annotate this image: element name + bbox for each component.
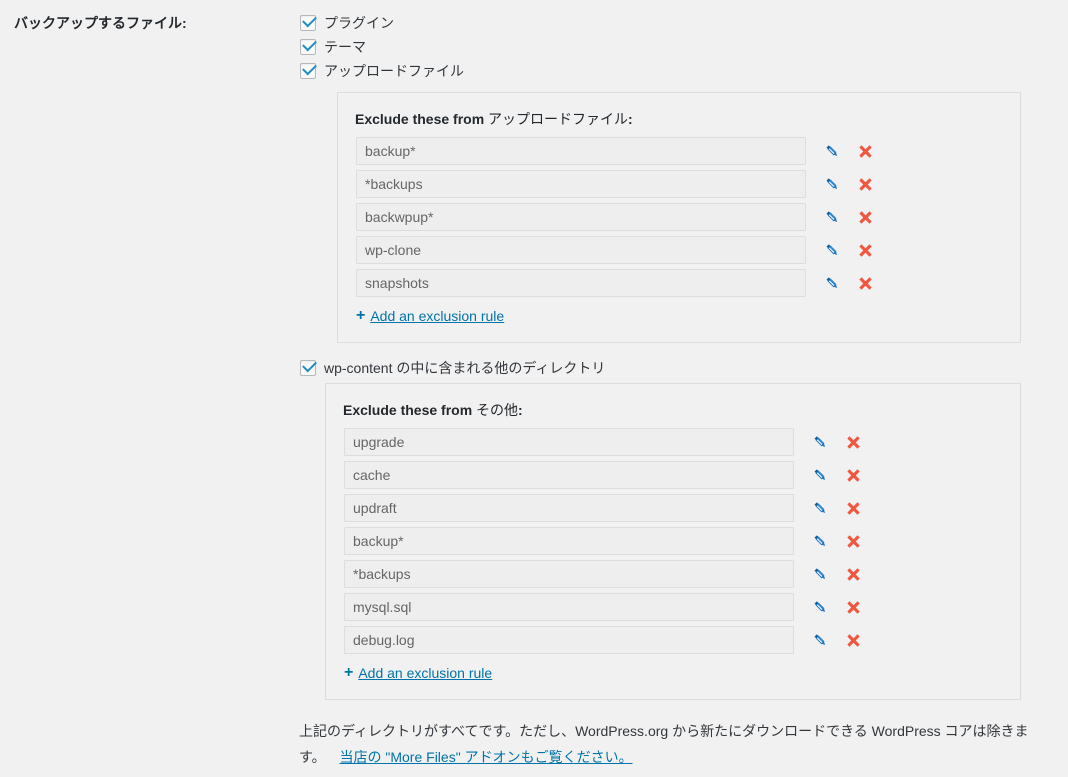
checkbox-row-backup-plugins[interactable]: プラグイン xyxy=(300,12,464,36)
exclusion-rule-row xyxy=(344,560,863,593)
exclusion-rule-row xyxy=(356,170,875,203)
plus-icon: + xyxy=(356,307,366,324)
pencil-icon[interactable] xyxy=(822,137,842,165)
pencil-icon[interactable] xyxy=(810,527,830,555)
add-exclusion-rule-button[interactable]: + Add an exclusion rule xyxy=(356,307,504,325)
exclusion-rule-row xyxy=(344,494,863,527)
exclusion-rule-input[interactable] xyxy=(344,593,794,621)
pencil-icon[interactable] xyxy=(810,461,830,489)
pencil-icon[interactable] xyxy=(822,236,842,264)
exclusion-rule-input[interactable] xyxy=(344,527,794,555)
pencil-icon[interactable] xyxy=(810,626,830,654)
x-icon[interactable] xyxy=(843,527,863,555)
x-icon[interactable] xyxy=(855,170,875,198)
backup-plugins-checkbox[interactable] xyxy=(300,15,316,31)
plus-icon: + xyxy=(344,664,354,681)
exclusion-rule-row xyxy=(344,461,863,494)
pencil-icon[interactable] xyxy=(810,560,830,588)
x-icon[interactable] xyxy=(843,461,863,489)
backup-plugins-label: プラグイン xyxy=(324,15,394,31)
exclusion-rule-row xyxy=(344,428,863,461)
uploads-exclusions-panel: Exclude these from アップロードファイル: +Add an ex… xyxy=(337,92,1021,343)
page-title: バックアップするファイル: xyxy=(14,15,187,31)
exclusion-rule-input[interactable] xyxy=(356,236,806,264)
x-icon[interactable] xyxy=(843,593,863,621)
checkbox-row-backup-uploads[interactable]: アップロードファイル xyxy=(300,60,464,84)
exclusion-rule-row xyxy=(356,236,875,269)
x-icon[interactable] xyxy=(843,428,863,456)
x-icon[interactable] xyxy=(843,560,863,588)
exclusion-rule-row xyxy=(344,626,863,659)
uploads-exclusions-rule-list xyxy=(356,137,875,302)
exclusion-rule-input[interactable] xyxy=(344,494,794,522)
x-icon[interactable] xyxy=(843,494,863,522)
backup-themes-checkbox[interactable] xyxy=(300,39,316,55)
x-icon[interactable] xyxy=(855,203,875,231)
backup-files-settings-page: バックアップするファイル: プラグインテーマアップロードファイル wp-cont… xyxy=(0,0,1068,777)
x-icon[interactable] xyxy=(855,269,875,297)
pencil-icon[interactable] xyxy=(810,593,830,621)
x-icon[interactable] xyxy=(855,236,875,264)
add-exclusion-rule-label[interactable]: Add an exclusion rule xyxy=(358,665,492,681)
other-exclusions-rule-list xyxy=(344,428,863,659)
pencil-icon[interactable] xyxy=(810,494,830,522)
title-suffix: : xyxy=(628,111,633,127)
title-target: アップロードファイル xyxy=(488,111,629,127)
wp-content-others-checkbox[interactable] xyxy=(300,360,316,376)
exclusion-rule-input[interactable] xyxy=(344,560,794,588)
backup-uploads-label: アップロードファイル xyxy=(324,63,464,79)
exclusion-rule-input[interactable] xyxy=(344,461,794,489)
title-suffix: : xyxy=(518,402,523,418)
backup-uploads-checkbox[interactable] xyxy=(300,63,316,79)
exclusion-rule-input[interactable] xyxy=(356,137,806,165)
backup-targets-checkbox-list: プラグインテーマアップロードファイル xyxy=(300,12,464,84)
other-exclusions-title: Exclude these from その他: xyxy=(343,400,523,420)
footnote: 上記のディレクトリがすべてです。ただし、WordPress.org から新たにダ… xyxy=(299,718,1029,770)
pencil-icon[interactable] xyxy=(822,269,842,297)
exclusion-rule-row xyxy=(344,593,863,626)
pencil-icon[interactable] xyxy=(822,203,842,231)
title-prefix: Exclude these from xyxy=(343,402,477,418)
add-exclusion-rule-label[interactable]: Add an exclusion rule xyxy=(370,308,504,324)
add-exclusion-rule-button[interactable]: + Add an exclusion rule xyxy=(344,664,492,682)
checkbox-row-backup-themes[interactable]: テーマ xyxy=(300,36,464,60)
title-prefix: Exclude these from xyxy=(355,111,489,127)
exclusion-rule-row xyxy=(344,527,863,560)
exclusion-rule-input[interactable] xyxy=(344,428,794,456)
backup-themes-label: テーマ xyxy=(324,39,366,55)
wp-content-others-row[interactable]: wp-content の中に含まれる他のディレクトリ xyxy=(300,357,605,381)
uploads-exclusions-title: Exclude these from アップロードファイル: xyxy=(355,109,633,129)
more-files-addon-link[interactable]: 当店の "More Files" アドオンもご覧ください。 xyxy=(340,749,633,765)
exclusion-rule-input[interactable] xyxy=(356,269,806,297)
exclusion-rule-input[interactable] xyxy=(344,626,794,654)
title-target: その他 xyxy=(476,402,519,418)
wp-content-others-label: wp-content の中に含まれる他のディレクトリ xyxy=(324,360,606,376)
exclusion-rule-row xyxy=(356,203,875,236)
x-icon[interactable] xyxy=(843,626,863,654)
exclusion-rule-row xyxy=(356,137,875,170)
pencil-icon[interactable] xyxy=(822,170,842,198)
exclusion-rule-input[interactable] xyxy=(356,203,806,231)
x-icon[interactable] xyxy=(855,137,875,165)
pencil-icon[interactable] xyxy=(810,428,830,456)
exclusion-rule-input[interactable] xyxy=(356,170,806,198)
other-exclusions-panel: Exclude these from その他: +Add an exclusion… xyxy=(325,383,1021,700)
exclusion-rule-row xyxy=(356,269,875,302)
